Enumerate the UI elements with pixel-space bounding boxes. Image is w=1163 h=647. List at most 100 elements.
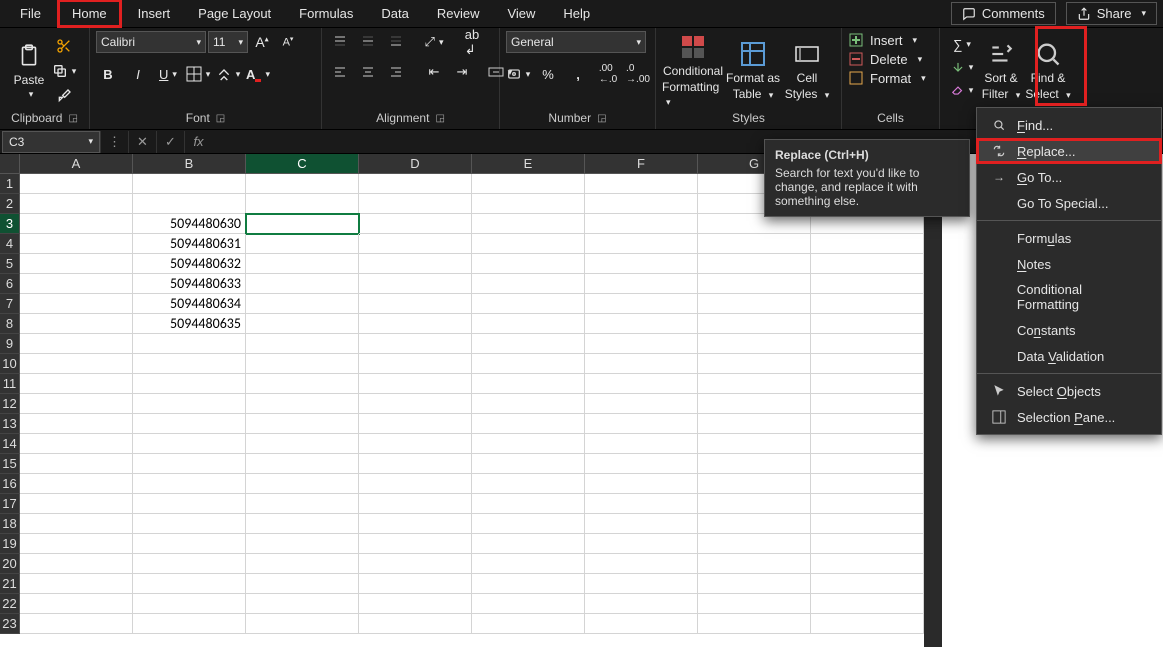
underline-button[interactable]: U▾ bbox=[156, 63, 180, 85]
row-header[interactable]: 22 bbox=[0, 594, 20, 614]
cell[interactable] bbox=[698, 374, 811, 394]
align-top-button[interactable] bbox=[328, 31, 352, 53]
cell[interactable] bbox=[246, 614, 359, 634]
cell[interactable] bbox=[20, 474, 133, 494]
cell[interactable] bbox=[585, 254, 698, 274]
cell[interactable] bbox=[133, 354, 246, 374]
cell[interactable] bbox=[20, 454, 133, 474]
cell[interactable] bbox=[585, 454, 698, 474]
cell[interactable] bbox=[20, 414, 133, 434]
cell[interactable] bbox=[698, 354, 811, 374]
row-header[interactable]: 10 bbox=[0, 354, 20, 374]
cell[interactable] bbox=[698, 554, 811, 574]
cell[interactable] bbox=[20, 594, 133, 614]
row-header[interactable]: 17 bbox=[0, 494, 20, 514]
cell[interactable] bbox=[246, 214, 359, 234]
cell[interactable] bbox=[359, 314, 472, 334]
cell[interactable] bbox=[472, 374, 585, 394]
cell[interactable] bbox=[472, 234, 585, 254]
cell[interactable] bbox=[246, 334, 359, 354]
cell[interactable] bbox=[472, 414, 585, 434]
autosum-button[interactable]: ∑▾ bbox=[946, 33, 978, 55]
cell[interactable] bbox=[811, 574, 924, 594]
font-name-select[interactable]: Calibri▾ bbox=[96, 31, 206, 53]
tab-help[interactable]: Help bbox=[551, 2, 602, 25]
cell[interactable]: 5094480633 bbox=[133, 274, 246, 294]
percent-button[interactable]: % bbox=[536, 63, 560, 85]
row-header[interactable]: 11 bbox=[0, 374, 20, 394]
cell[interactable] bbox=[20, 234, 133, 254]
cell[interactable] bbox=[246, 414, 359, 434]
select-all-corner[interactable] bbox=[0, 154, 20, 174]
cell[interactable] bbox=[133, 554, 246, 574]
cell[interactable] bbox=[20, 394, 133, 414]
number-format-select[interactable]: General▾ bbox=[506, 31, 646, 53]
cell[interactable] bbox=[359, 334, 472, 354]
cell[interactable] bbox=[20, 254, 133, 274]
cell[interactable] bbox=[246, 274, 359, 294]
cell[interactable] bbox=[359, 594, 472, 614]
cell[interactable] bbox=[359, 574, 472, 594]
row-header[interactable]: 7 bbox=[0, 294, 20, 314]
row-header[interactable]: 21 bbox=[0, 574, 20, 594]
cell[interactable] bbox=[585, 474, 698, 494]
cell[interactable] bbox=[585, 614, 698, 634]
cell[interactable] bbox=[585, 274, 698, 294]
tab-data[interactable]: Data bbox=[369, 2, 420, 25]
cell[interactable] bbox=[811, 314, 924, 334]
align-center-button[interactable] bbox=[356, 61, 380, 83]
cell[interactable] bbox=[359, 374, 472, 394]
sort-filter-button[interactable]: Sort & Filter ▾ bbox=[978, 31, 1024, 109]
row-header[interactable]: 16 bbox=[0, 474, 20, 494]
fill-color-button[interactable]: ▾ bbox=[216, 63, 240, 85]
cell[interactable] bbox=[133, 454, 246, 474]
find-select-button[interactable]: Find & Select ▾ bbox=[1024, 31, 1072, 109]
dialog-launcher-icon[interactable]: ◲ bbox=[435, 113, 444, 124]
cell[interactable] bbox=[246, 354, 359, 374]
tab-formulas[interactable]: Formulas bbox=[287, 2, 365, 25]
cell[interactable] bbox=[585, 534, 698, 554]
cell[interactable] bbox=[811, 534, 924, 554]
cell[interactable] bbox=[133, 494, 246, 514]
cell[interactable] bbox=[246, 474, 359, 494]
row-header[interactable]: 23 bbox=[0, 614, 20, 634]
share-button[interactable]: Share ▾ bbox=[1066, 2, 1157, 25]
cell[interactable] bbox=[359, 614, 472, 634]
format-painter-button[interactable] bbox=[52, 85, 76, 107]
increase-font-button[interactable]: A▴ bbox=[250, 31, 274, 53]
cell[interactable] bbox=[698, 254, 811, 274]
cell[interactable] bbox=[246, 594, 359, 614]
row-header[interactable]: 19 bbox=[0, 534, 20, 554]
cell[interactable] bbox=[246, 234, 359, 254]
cell[interactable] bbox=[359, 554, 472, 574]
cell[interactable] bbox=[698, 474, 811, 494]
row-header[interactable]: 9 bbox=[0, 334, 20, 354]
menu-goto[interactable]: →Go To... bbox=[977, 164, 1161, 190]
cell[interactable] bbox=[811, 614, 924, 634]
align-right-button[interactable] bbox=[384, 61, 408, 83]
cell[interactable] bbox=[246, 374, 359, 394]
cell[interactable] bbox=[698, 394, 811, 414]
cell[interactable] bbox=[20, 554, 133, 574]
cell[interactable] bbox=[472, 194, 585, 214]
enter-formula-button[interactable]: ✓ bbox=[156, 131, 184, 153]
cell[interactable] bbox=[811, 454, 924, 474]
cell[interactable] bbox=[20, 374, 133, 394]
cell[interactable] bbox=[698, 494, 811, 514]
cell[interactable] bbox=[585, 174, 698, 194]
cell[interactable] bbox=[811, 414, 924, 434]
cell[interactable] bbox=[585, 354, 698, 374]
cell[interactable] bbox=[246, 554, 359, 574]
cell[interactable] bbox=[585, 414, 698, 434]
menu-replace[interactable]: Replace... bbox=[977, 138, 1161, 164]
cell[interactable] bbox=[133, 414, 246, 434]
conditional-formatting-button[interactable]: Conditional Formatting ▾ bbox=[662, 31, 724, 109]
cell[interactable] bbox=[359, 234, 472, 254]
cell[interactable] bbox=[20, 614, 133, 634]
vertical-scrollbar[interactable] bbox=[924, 154, 942, 647]
cell[interactable] bbox=[472, 574, 585, 594]
cell[interactable] bbox=[359, 354, 472, 374]
cell[interactable] bbox=[585, 234, 698, 254]
row-header[interactable]: 18 bbox=[0, 514, 20, 534]
cell[interactable] bbox=[698, 334, 811, 354]
